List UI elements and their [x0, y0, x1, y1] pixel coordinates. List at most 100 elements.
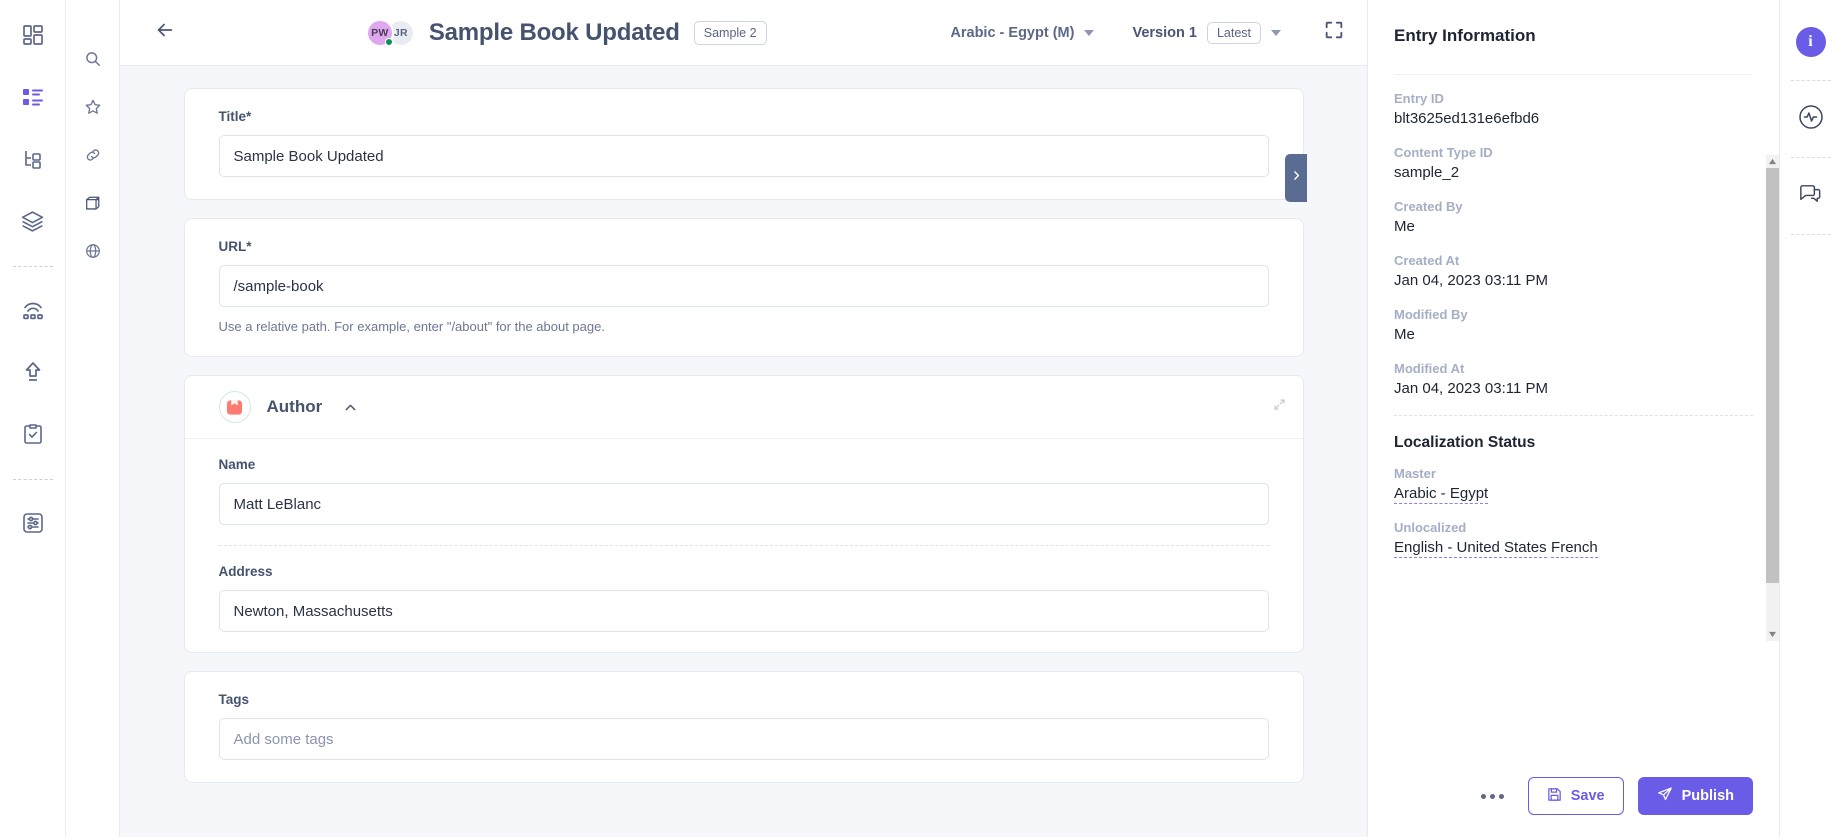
- master-locale-link[interactable]: Arabic - Egypt: [1394, 485, 1489, 504]
- url-field-help: Use a relative path. For example, enter …: [218, 319, 605, 334]
- panel-tab-comments[interactable]: [1791, 176, 1831, 216]
- panel-toggle-button[interactable]: [1285, 154, 1307, 202]
- search-button[interactable]: [76, 44, 110, 78]
- sidebar-item-hierarchy[interactable]: [10, 136, 56, 182]
- primary-nav-rail: [0, 0, 66, 837]
- back-button[interactable]: [148, 16, 182, 50]
- panel-title: Entry Information: [1394, 26, 1536, 45]
- meta-label: Entry ID: [1394, 91, 1444, 106]
- more-options-button[interactable]: [1471, 786, 1514, 807]
- dashboard-icon: [21, 23, 45, 47]
- publish-button[interactable]: Publish: [1637, 777, 1753, 815]
- avatar-initials: JR: [393, 26, 408, 39]
- tags-field: Tags Add some tags: [185, 672, 1303, 782]
- meta-label: Modified At: [1394, 361, 1465, 376]
- sidebar-item-settings[interactable]: [10, 500, 56, 546]
- sidebar-item-upload[interactable]: [10, 349, 56, 395]
- dot: [1498, 793, 1504, 799]
- search-icon: [84, 50, 102, 73]
- archive-button[interactable]: [76, 188, 110, 222]
- meta-value: Jan 04, 2023 03:11 PM: [1394, 380, 1548, 397]
- rail3-separator-2: [1790, 157, 1831, 158]
- stack-layers-icon: [20, 209, 45, 234]
- meta-created-at: Created At Jan 04, 2023 03:11 PM: [1394, 253, 1753, 289]
- presence-dot: [384, 37, 393, 46]
- expand-icon: [1323, 19, 1345, 46]
- favorites-button[interactable]: [76, 92, 110, 126]
- main-column: PW JR Sample Book Updated Sample 2 Arabi…: [120, 0, 1367, 837]
- title-field-label: Title*: [218, 109, 252, 124]
- resize-handle-icon[interactable]: [1272, 397, 1287, 417]
- collaborator-avatars: PW JR: [365, 18, 415, 47]
- title-input[interactable]: Sample Book Updated: [218, 135, 1269, 177]
- url-input[interactable]: /sample-book: [218, 265, 1269, 307]
- locale-selector-label: Arabic - Egypt (M): [950, 24, 1075, 41]
- unlocalized-label: Unlocalized: [1394, 520, 1467, 535]
- tags-input[interactable]: Add some tags: [218, 718, 1269, 760]
- chevron-up-icon[interactable]: [342, 399, 359, 416]
- version-selector[interactable]: Version 1 Latest: [1132, 21, 1281, 44]
- panel-tab-activity[interactable]: [1791, 99, 1831, 139]
- dot: [1480, 793, 1486, 799]
- meta-content-type-id: Content Type ID sample_2: [1394, 145, 1753, 181]
- author-group-body: Name Matt LeBlanc Address Newton, Massac…: [185, 439, 1303, 652]
- rail-divider: [12, 266, 53, 267]
- header-right: Arabic - Egypt (M) Version 1 Latest: [950, 19, 1345, 46]
- publish-button-label: Publish: [1681, 788, 1734, 804]
- entry-information-panel: Entry Information Entry ID blt3625ed131e…: [1367, 0, 1779, 837]
- version-chip: Latest: [1206, 21, 1261, 44]
- author-group-header: Author: [184, 376, 1303, 439]
- sidebar-item-content-types[interactable]: [10, 74, 56, 120]
- author-address-field: Address Newton, Massachusetts: [185, 546, 1303, 652]
- tags-field-label: Tags: [218, 692, 250, 707]
- author-name-input[interactable]: Matt LeBlanc: [218, 483, 1269, 525]
- scrollbar-down-arrow[interactable]: [1766, 628, 1779, 641]
- localization-unlocalized: Unlocalized English - United States Fren…: [1394, 520, 1753, 574]
- panel-dashed-separator: [1394, 415, 1753, 416]
- save-floppy-icon: [1547, 787, 1562, 806]
- url-field-label: URL*: [218, 239, 252, 254]
- sidebar-item-publish-queue[interactable]: [10, 287, 56, 333]
- locations-button[interactable]: [76, 236, 110, 270]
- save-button-label: Save: [1570, 788, 1605, 804]
- meta-modified-by: Modified By Me: [1394, 307, 1753, 343]
- rail3-separator: [1790, 80, 1831, 81]
- chevron-down-icon: [1084, 29, 1095, 36]
- unlocalized-locale-link[interactable]: French: [1551, 539, 1598, 558]
- panel-header: Entry Information: [1368, 0, 1779, 46]
- scrollbar-thumb[interactable]: [1766, 168, 1779, 583]
- content-type-chip[interactable]: Sample 2: [693, 20, 767, 45]
- sidebar-item-dashboard[interactable]: [10, 12, 56, 58]
- locale-selector[interactable]: Arabic - Egypt (M): [950, 24, 1095, 41]
- entry-form: Title* Sample Book Updated URL* /sample-…: [120, 88, 1367, 837]
- meta-label: Created By: [1394, 199, 1463, 214]
- panel-tab-info[interactable]: i: [1791, 22, 1831, 62]
- title-field: Title* Sample Book Updated: [185, 89, 1303, 199]
- url-field: URL* /sample-book Use a relative path. F…: [185, 219, 1303, 356]
- header-center: PW JR Sample Book Updated Sample 2: [182, 18, 950, 47]
- references-button[interactable]: [76, 140, 110, 174]
- meta-value: Me: [1394, 218, 1415, 235]
- sidebar-item-tasks[interactable]: [10, 411, 56, 457]
- fullscreen-button[interactable]: [1323, 19, 1345, 46]
- comments-icon: [1797, 180, 1824, 212]
- panel-scrollbar[interactable]: [1766, 155, 1779, 641]
- dot: [1489, 793, 1495, 799]
- save-button[interactable]: Save: [1527, 777, 1624, 815]
- settings-sliders-icon: [21, 511, 45, 535]
- send-icon: [1657, 786, 1673, 806]
- info-icon: i: [1795, 27, 1826, 57]
- panel-footer: Save Publish: [1368, 763, 1779, 837]
- avatar[interactable]: PW: [365, 18, 394, 47]
- entry-header: PW JR Sample Book Updated Sample 2 Arabi…: [120, 0, 1367, 66]
- field-card-title: Title* Sample Book Updated: [183, 88, 1304, 200]
- meta-label: Content Type ID: [1394, 145, 1493, 160]
- chevron-right-icon: [1290, 169, 1303, 187]
- author-address-input[interactable]: Newton, Massachusetts: [218, 590, 1269, 632]
- author-name-label: Name: [218, 457, 256, 472]
- scrollbar-up-arrow[interactable]: [1766, 155, 1779, 168]
- author-name-field: Name Matt LeBlanc: [185, 439, 1303, 545]
- unlocalized-locale-link[interactable]: English - United States: [1394, 539, 1547, 558]
- meta-value: blt3625ed131e6efbd6: [1394, 110, 1540, 127]
- sidebar-item-stacks[interactable]: [10, 198, 56, 244]
